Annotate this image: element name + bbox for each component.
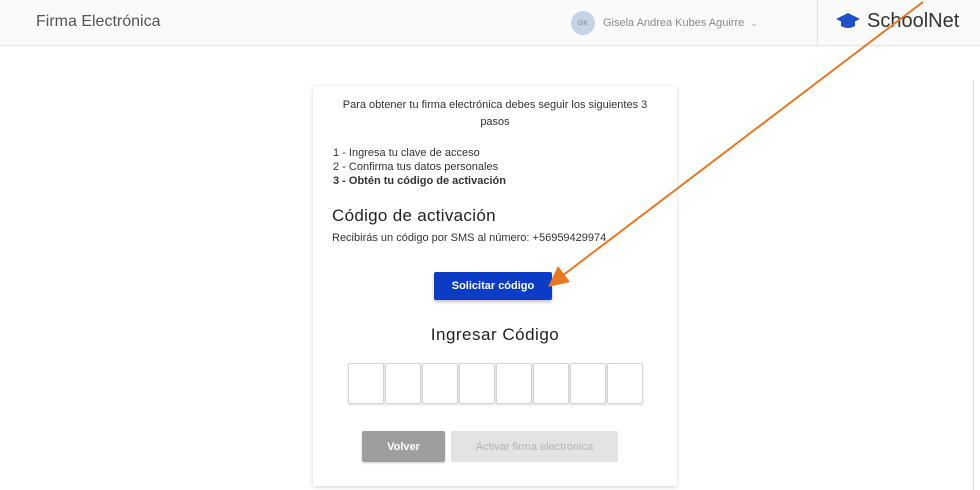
code-digit-input[interactable] — [385, 363, 421, 404]
enter-code-title: Ingresar Código — [430, 325, 560, 344]
request-code-button[interactable]: Solicitar código — [434, 272, 552, 300]
header-divider — [817, 0, 818, 46]
code-digit-input[interactable] — [496, 363, 532, 404]
graduation-cap-icon — [836, 13, 860, 28]
code-digit-input[interactable] — [348, 363, 384, 404]
app-title: Firma Electrónica — [36, 13, 161, 30]
user-name: Gisela Andrea Kubes Aguirre — [603, 17, 745, 29]
section-title: Código de activación — [332, 206, 496, 225]
code-input-group — [348, 363, 643, 404]
steps-list: 1 - Ingresa tu clave de acceso 2 - Confi… — [333, 146, 506, 188]
brand-name: SchoolNet — [867, 9, 960, 32]
brand-logo: SchoolNet — [835, 8, 959, 34]
top-bar: Firma Electrónica GK Gisela Andrea Kubes… — [0, 0, 980, 46]
code-digit-input[interactable] — [570, 363, 606, 404]
chevron-down-icon[interactable]: ⌄ — [750, 18, 758, 29]
step-item-current: 3 - Obtén tu código de activación — [333, 175, 506, 187]
step-item: 1 - Ingresa tu clave de acceso — [333, 147, 480, 159]
user-menu[interactable]: GK Gisela Andrea Kubes Aguirre ⌄ — [571, 10, 758, 36]
back-button[interactable]: Volver — [362, 431, 445, 462]
activate-signature-button[interactable]: Activar firma electrónica — [451, 431, 618, 462]
sms-info-text: Recibirás un código por SMS al número: +… — [332, 232, 607, 244]
code-digit-input[interactable] — [607, 363, 643, 404]
intro-text: Para obtener tu firma electrónica debes … — [342, 99, 648, 128]
code-digit-input[interactable] — [533, 363, 569, 404]
page-edge — [973, 80, 974, 490]
avatar: GK — [571, 11, 595, 35]
code-digit-input[interactable] — [459, 363, 495, 404]
step-item: 2 - Confirma tus datos personales — [333, 161, 499, 173]
activation-card: Para obtener tu firma electrónica debes … — [313, 86, 677, 486]
code-digit-input[interactable] — [422, 363, 458, 404]
